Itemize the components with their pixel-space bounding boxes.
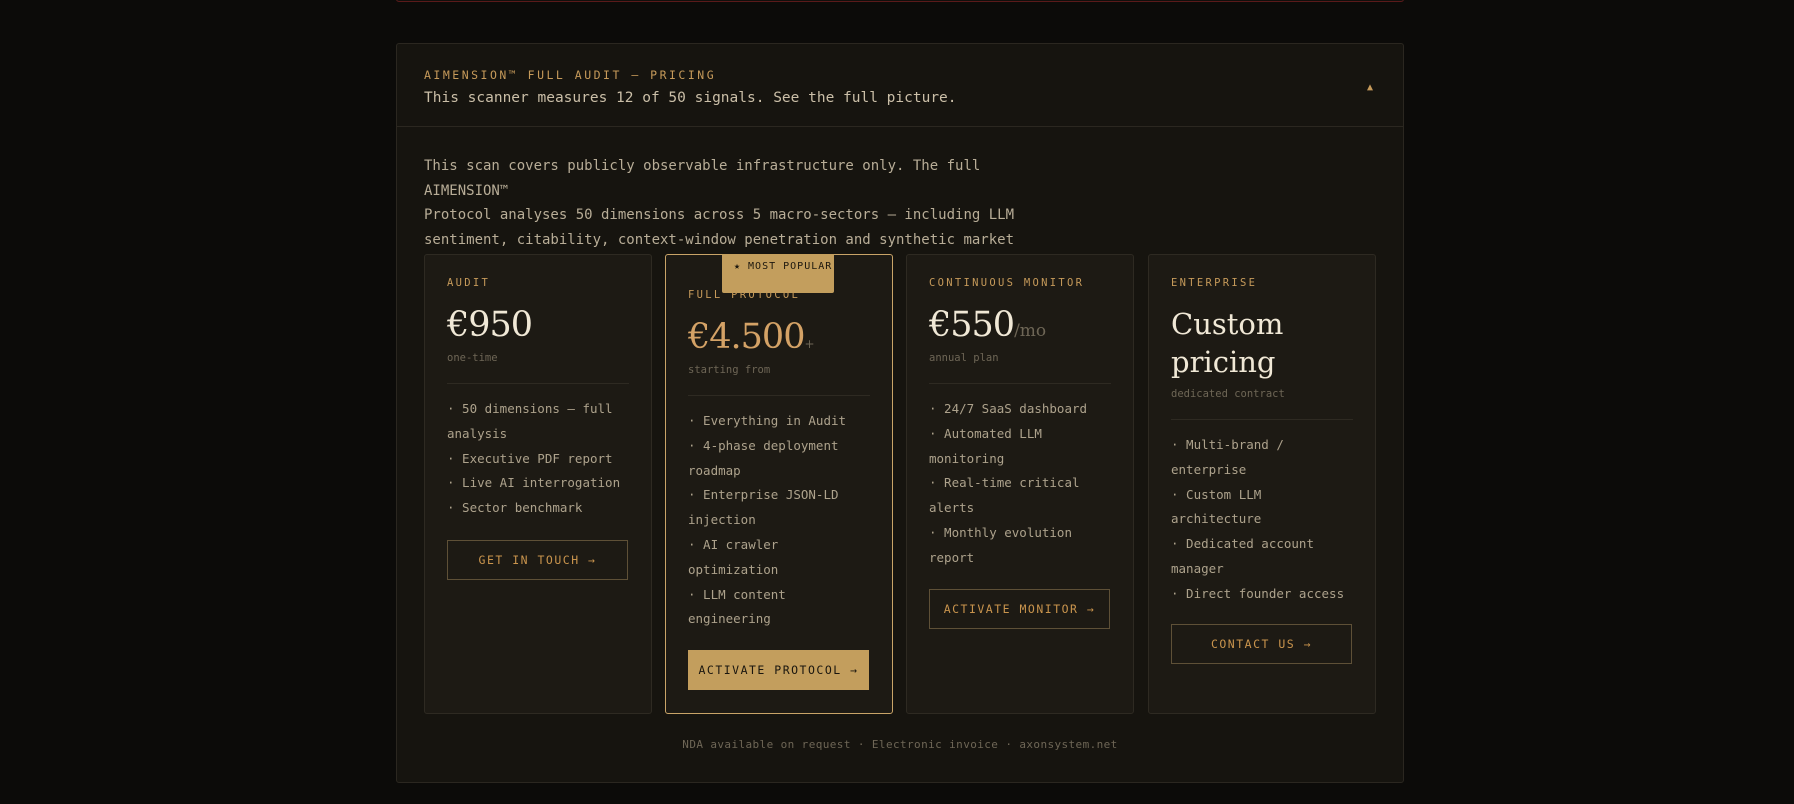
pricing-panel: AIMENSION™ FULL AUDIT — PRICING This sca… (396, 43, 1404, 783)
most-popular-badge: ★ MOST POPULAR (722, 254, 834, 293)
card-divider (929, 383, 1111, 384)
feature-item: · LLM content engineering (688, 586, 786, 627)
plan-price: €4.500+ (688, 317, 815, 357)
previous-panel-edge (396, 0, 1404, 2)
plan-tier: CONTINUOUS MONITOR (929, 277, 1085, 289)
feature-item: · Direct founder access (1171, 585, 1345, 601)
collapse-caret-icon[interactable]: ▲ (1367, 82, 1373, 93)
intro-line: Protocol analyses 50 dimensions across 5… (424, 207, 1015, 223)
feature-item: · Executive PDF report (447, 450, 613, 466)
plan-price-note: one-time (447, 352, 498, 364)
card-divider (1171, 419, 1353, 420)
feature-item: · Multi-brand / enterprise (1171, 437, 1284, 477)
plan-price-amount: €550 (929, 305, 1015, 345)
feature-item: · Live AI interrogation (447, 475, 621, 491)
pricing-kicker: AIMENSION™ FULL AUDIT — PRICING (424, 68, 717, 82)
intro-line: This scan covers publicly observable inf… (424, 158, 981, 199)
plan-tier: ENTERPRISE (1171, 277, 1258, 289)
plan-card-audit: AUDIT €950 one-time · 50 dimensions — fu… (424, 254, 652, 714)
plan-card-full-protocol: ★ MOST POPULAR FULL PROTOCOL €4.500+ sta… (665, 254, 893, 714)
plan-price-suffix: /mo (1014, 321, 1047, 341)
plan-card-continuous-monitor: CONTINUOUS MONITOR €550/mo annual plan ·… (906, 254, 1134, 714)
plan-card-enterprise: ENTERPRISE Custom pricing dedicated cont… (1148, 254, 1376, 714)
plan-features: · 50 dimensions — full analysis · Execut… (447, 397, 633, 521)
pricing-footer-note: NDA available on request · Electronic in… (682, 738, 1118, 751)
plan-features: · Multi-brand / enterprise · Custom LLM … (1171, 433, 1357, 607)
feature-item: · AI crawler optimization (688, 536, 779, 577)
plan-features: · 24/7 SaaS dashboard · Automated LLM mo… (929, 397, 1115, 571)
get-in-touch-button[interactable]: GET IN TOUCH → (447, 540, 628, 580)
plan-price: €950 (447, 305, 533, 345)
feature-item: · Automated LLM monitoring (929, 425, 1042, 466)
plan-price-note: dedicated contract (1171, 388, 1285, 400)
feature-item: · Enterprise JSON-LD injection (688, 487, 839, 528)
contact-us-button[interactable]: CONTACT US → (1171, 624, 1352, 664)
feature-item: · Sector benchmark (447, 500, 583, 516)
feature-item: · Custom LLM architecture (1171, 486, 1262, 527)
plan-tier: FULL PROTOCOL (688, 289, 801, 301)
plan-price: €550/mo (929, 305, 1046, 345)
plan-tier: AUDIT (447, 277, 491, 289)
feature-item: · Dedicated account manager (1171, 536, 1314, 576)
plan-price-note: starting from (688, 364, 771, 376)
plan-features: · Everything in Audit · 4-phase deployme… (688, 409, 874, 632)
activate-protocol-button[interactable]: ACTIVATE PROTOCOL → (688, 650, 869, 690)
feature-item: · 4-phase deployment roadmap (688, 437, 839, 478)
feature-item: · Monthly evolution report (929, 524, 1072, 565)
feature-item: · 50 dimensions — full analysis (447, 401, 613, 441)
card-divider (688, 395, 870, 396)
activate-monitor-button[interactable]: ACTIVATE MONITOR → (929, 589, 1110, 629)
pricing-accordion-header[interactable]: AIMENSION™ FULL AUDIT — PRICING This sca… (397, 44, 1403, 127)
plan-price-amount: €4.500 (688, 317, 805, 357)
feature-item: · Everything in Audit (688, 413, 847, 428)
plan-price-plus: + (804, 337, 815, 351)
plan-price: Custom pricing (1171, 307, 1284, 379)
card-divider (447, 383, 629, 384)
feature-item: · 24/7 SaaS dashboard (929, 401, 1088, 416)
plan-price-note: annual plan (929, 352, 999, 364)
feature-item: · Real-time critical alerts (929, 475, 1080, 516)
pricing-subtitle: This scanner measures 12 of 50 signals. … (424, 90, 957, 106)
